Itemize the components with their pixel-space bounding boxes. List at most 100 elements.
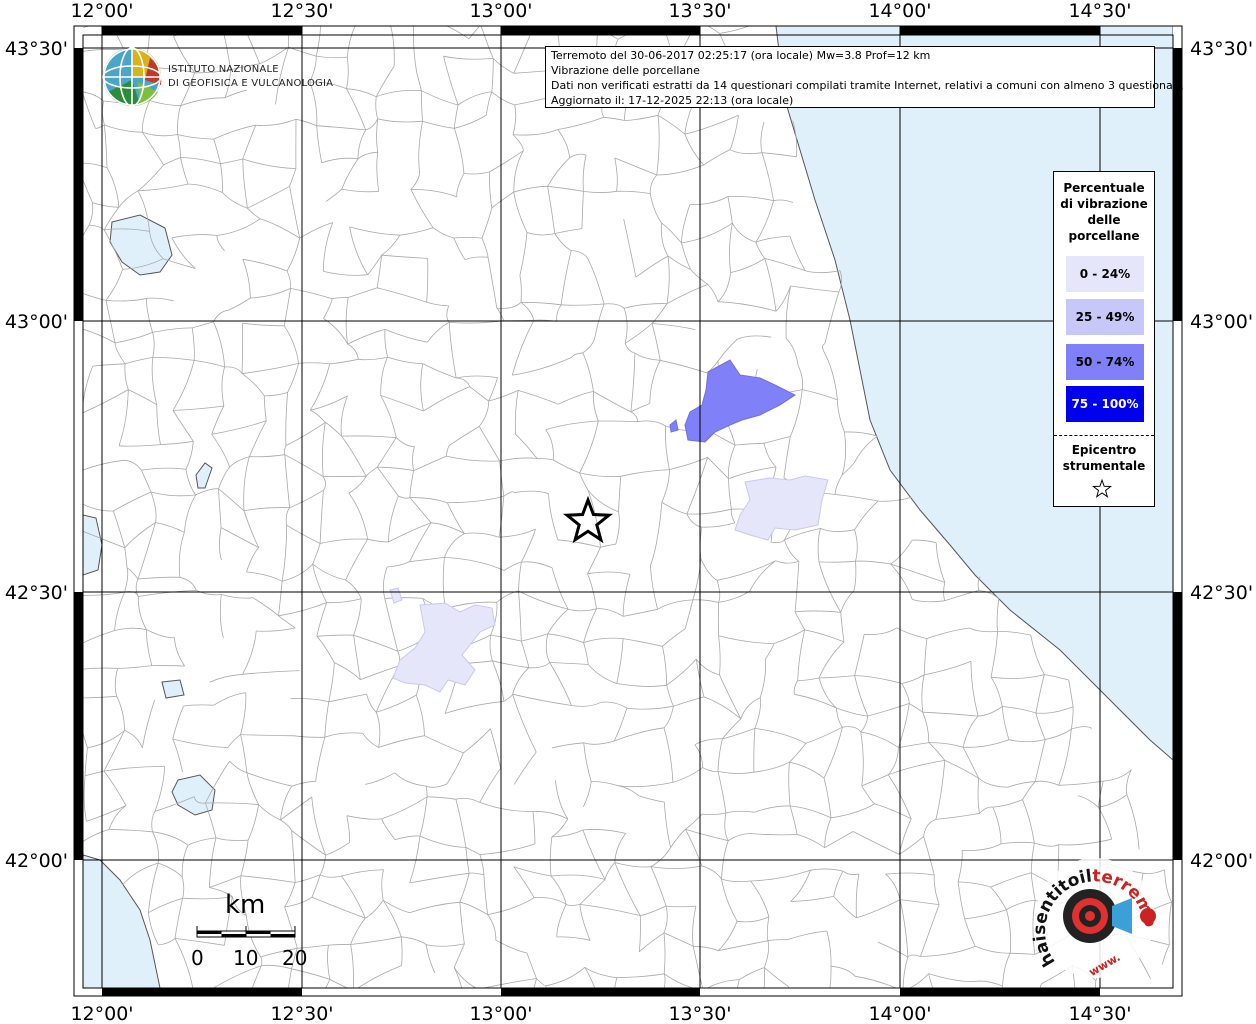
- municipal-boundary: [185, 441, 194, 470]
- municipal-boundary: [1035, 712, 1046, 740]
- municipal-boundary: [455, 797, 480, 803]
- municipal-boundary: [805, 1007, 826, 1017]
- municipal-boundary: [446, 455, 500, 462]
- municipal-boundary: [126, 567, 139, 580]
- municipal-boundary: [579, 904, 591, 941]
- municipal-boundary: [286, 238, 301, 272]
- municipal-boundary: [493, 58, 514, 74]
- scale-unit-label: km: [225, 890, 266, 920]
- municipal-boundary: [459, 901, 488, 915]
- municipal-boundary: [689, 196, 729, 206]
- municipal-boundary: [810, 868, 844, 872]
- municipal-boundary: [587, 573, 597, 609]
- municipal-boundary: [293, 735, 325, 738]
- municipal-boundary: [513, 191, 528, 233]
- municipal-boundary: [513, 150, 524, 193]
- municipal-boundary: [499, 460, 505, 497]
- municipal-boundary: [545, 633, 551, 663]
- municipal-boundary: [823, 777, 832, 818]
- municipal-boundary: [773, 629, 805, 644]
- municipal-boundary: [582, 335, 596, 354]
- municipal-boundary: [479, 843, 536, 855]
- municipal-boundary: [128, 389, 157, 406]
- municipal-boundary: [350, 936, 402, 945]
- municipal-boundary: [663, 727, 674, 783]
- municipal-boundary: [924, 660, 972, 676]
- municipal-boundary: [446, 305, 450, 323]
- municipal-boundary: [432, 227, 454, 239]
- municipal-boundary: [185, 1020, 222, 1023]
- municipal-boundary: [381, 234, 401, 256]
- municipal-boundary: [83, 459, 124, 471]
- municipal-boundary: [783, 436, 791, 478]
- municipal-boundary: [614, 727, 665, 742]
- municipal-boundary: [116, 696, 125, 731]
- municipal-boundary: [456, 375, 498, 379]
- municipal-boundary: [211, 434, 230, 468]
- municipal-boundary: [260, 956, 263, 967]
- municipal-boundary: [409, 497, 448, 503]
- municipal-boundary: [512, 694, 537, 753]
- municipal-boundary: [944, 760, 979, 779]
- municipal-boundary: [922, 712, 930, 743]
- municipal-boundary: [684, 134, 704, 166]
- map-type-line: Vibrazione delle porcellane: [551, 64, 700, 77]
- municipal-boundary: [289, 186, 301, 239]
- municipal-boundary: [465, 847, 481, 855]
- municipal-boundary: [898, 836, 924, 855]
- municipal-boundary: [423, 386, 470, 412]
- municipal-boundary: [624, 323, 653, 344]
- municipal-boundary: [725, 810, 755, 814]
- municipal-boundary: [885, 872, 935, 876]
- municipal-boundary: [617, 785, 639, 797]
- municipal-boundary: [614, 1000, 661, 1023]
- municipal-boundary: [661, 502, 687, 515]
- municipal-boundary: [409, 522, 432, 562]
- municipal-boundary: [964, 918, 976, 947]
- municipal-boundary: [258, 804, 281, 821]
- municipal-boundary: [513, 185, 548, 193]
- municipal-boundary: [923, 638, 928, 675]
- municipal-boundary: [763, 443, 777, 468]
- municipal-boundary: [635, 255, 669, 278]
- municipal-boundary: [837, 399, 845, 433]
- municipal-boundary: [760, 121, 765, 153]
- municipal-boundary: [920, 904, 940, 957]
- municipal-boundary: [416, 72, 422, 91]
- municipal-boundary: [341, 188, 379, 193]
- legend-star-icon: [1092, 478, 1113, 498]
- municipal-boundary: [614, 977, 618, 988]
- municipal-boundary: [448, 322, 457, 379]
- municipal-boundary: [556, 936, 591, 941]
- municipal-boundary: [489, 634, 493, 661]
- sea-layer: [83, 26, 1173, 988]
- municipal-boundary: [833, 870, 844, 897]
- scale-label: 20: [282, 946, 308, 970]
- municipal-boundary: [255, 118, 297, 126]
- municipal-boundary: [187, 837, 217, 846]
- municipal-boundary: [72, 443, 83, 475]
- municipal-boundary: [587, 571, 630, 575]
- municipal-boundary: [649, 174, 658, 194]
- municipal-boundary: [84, 747, 88, 776]
- municipal-boundary: [582, 829, 626, 834]
- municipal-boundary: [907, 954, 921, 958]
- municipal-boundary: [376, 437, 397, 468]
- municipal-boundary: [410, 188, 458, 198]
- municipal-boundary: [614, 157, 618, 192]
- municipal-boundary: [854, 675, 903, 684]
- municipal-boundary: [614, 157, 657, 176]
- municipal-boundary: [365, 466, 378, 477]
- municipal-boundary: [137, 576, 180, 580]
- municipal-boundary: [286, 270, 292, 289]
- municipal-boundary: [888, 760, 945, 776]
- legend-title-line: Percentuale: [1063, 181, 1145, 195]
- municipal-boundary: [280, 785, 293, 821]
- municipal-boundary: [617, 782, 673, 788]
- municipal-boundary: [137, 596, 147, 630]
- municipal-boundary: [491, 191, 515, 209]
- municipal-boundary: [836, 707, 868, 717]
- municipal-boundary: [737, 916, 770, 923]
- municipal-boundary: [583, 740, 615, 745]
- municipal-boundary: [299, 222, 333, 239]
